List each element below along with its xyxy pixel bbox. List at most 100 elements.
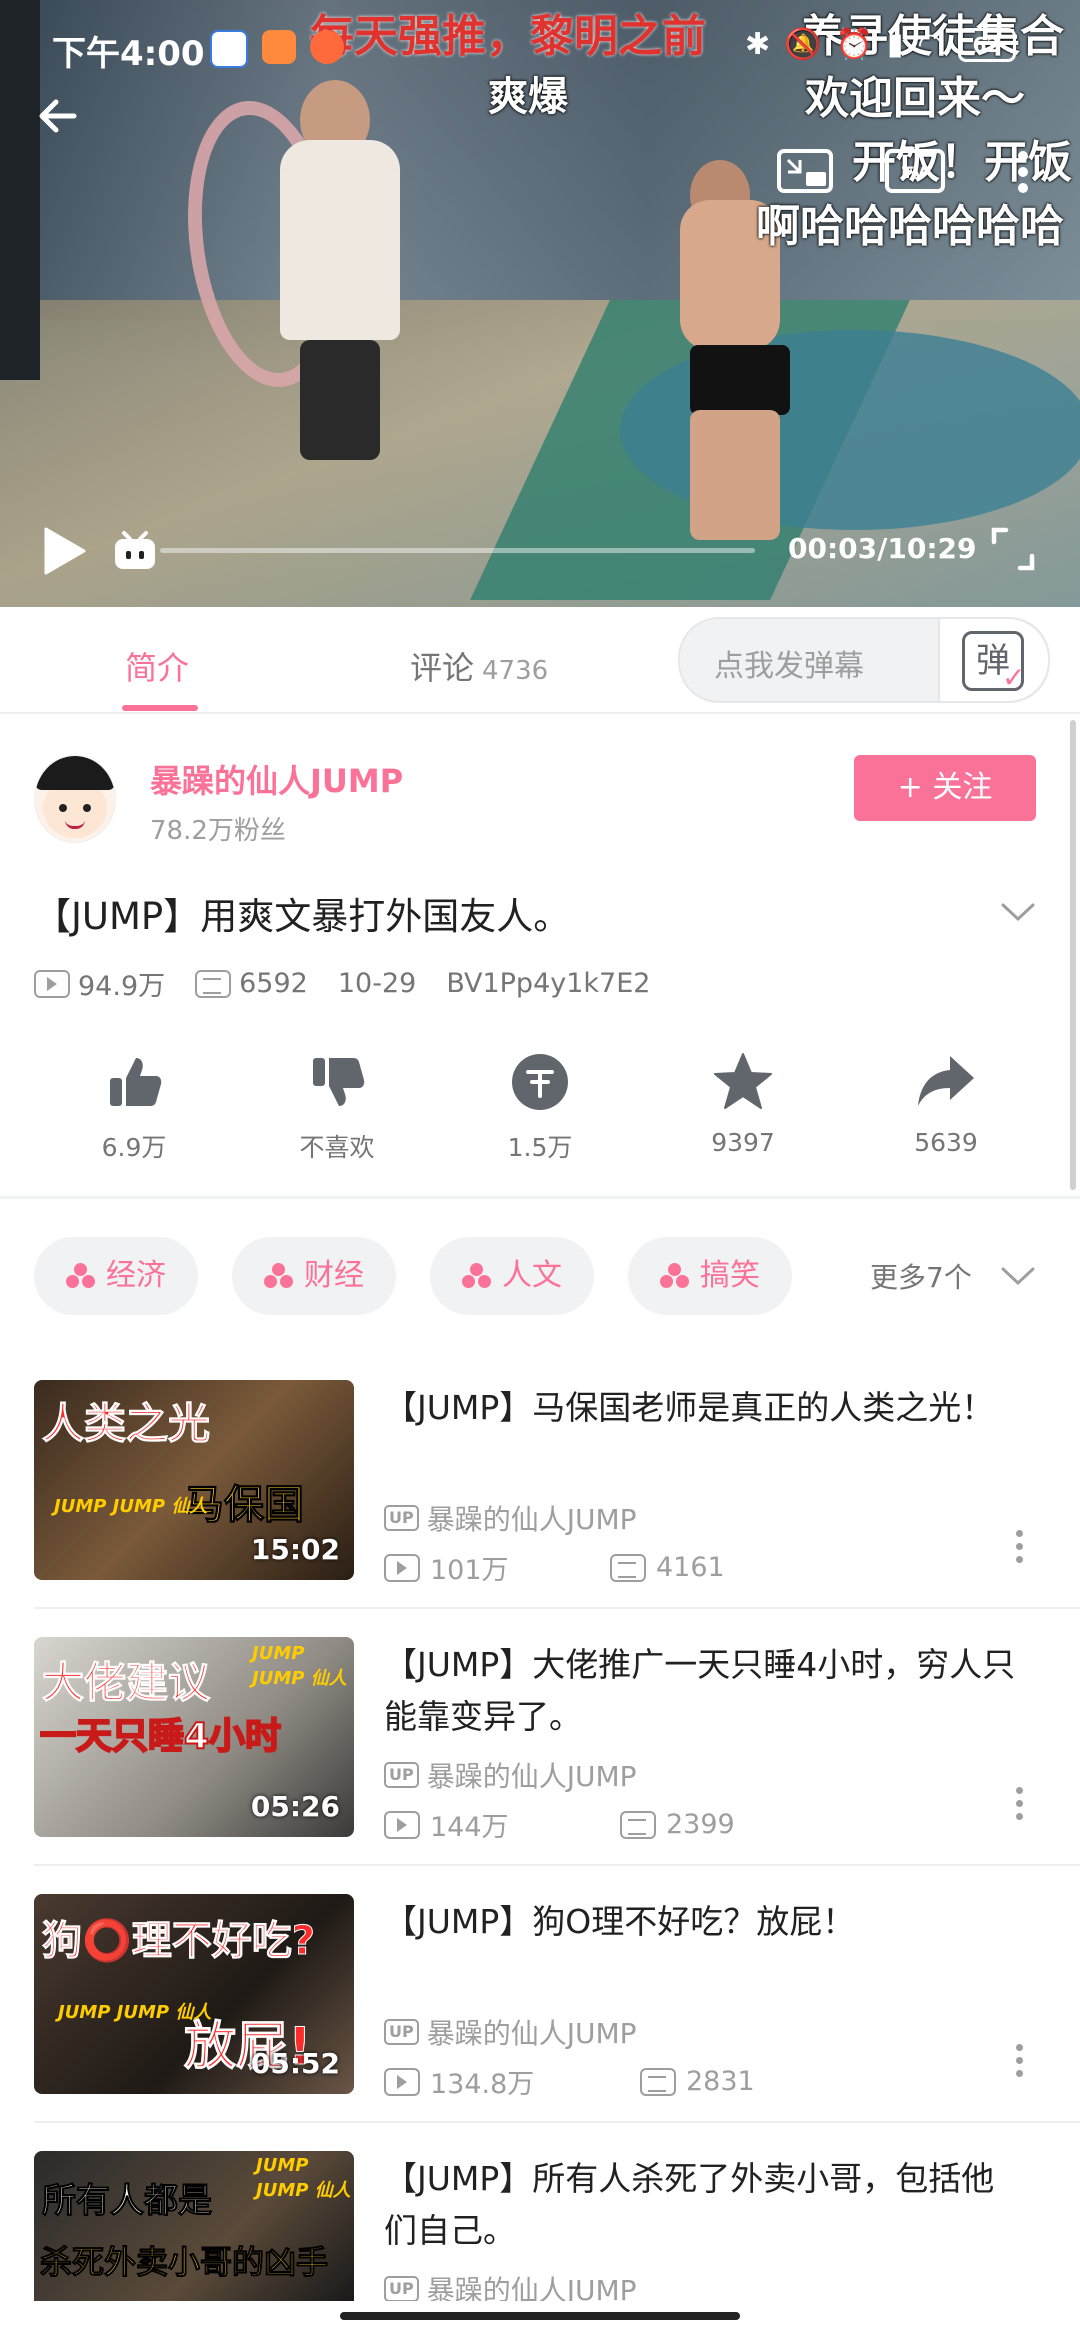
related-uploader-name: 暴躁的仙人JUMP (426, 2274, 637, 2301)
related-video-item[interactable]: 大佬建议 一天只睡4小时 JUMP JUMP 仙人 05:26 【JUMP】大佬… (0, 1637, 1080, 1893)
video-frame-person (300, 340, 380, 460)
status-time: 下午4:00 (52, 34, 205, 74)
more-options-icon[interactable] (1016, 2044, 1026, 2083)
view-count: 94.9万 (34, 964, 165, 1003)
danmaku-input-placeholder: 点我发弹幕 (714, 649, 864, 684)
coin-count: 1.5万 (507, 1133, 573, 1162)
play-count-icon (384, 2067, 420, 2096)
related-thumbnail[interactable]: 狗⭕理不好吃? 放屁! JUMP JUMP 仙人 05:52 (34, 1894, 354, 2094)
play-icon[interactable] (40, 525, 88, 577)
tag-chip[interactable]: 搞笑 (628, 1237, 792, 1315)
tag-chip[interactable]: 人文 (430, 1237, 594, 1315)
more-options-icon[interactable] (1016, 1530, 1026, 1569)
thumbs-down-icon (313, 1058, 365, 1106)
related-views: 101万 (430, 1555, 509, 1586)
status-bar: 下午4:00 ✱ 🔕 ⏰ ▮ ◠ 62 (0, 0, 1080, 96)
more-options-icon[interactable] (1016, 1787, 1026, 1826)
video-frame-person (280, 140, 400, 340)
related-video-item[interactable]: 所有人都是 杀死外卖小哥的凶手 JUMP JUMP 仙人 【JUMP】所有人杀死… (0, 2151, 1080, 2301)
related-views: 134.8万 (430, 2069, 535, 2100)
tag-label: 经济 (106, 1258, 166, 1293)
tag-chip[interactable]: 财经 (232, 1237, 396, 1315)
tab-active-indicator (122, 705, 198, 711)
home-indicator[interactable] (340, 2312, 740, 2320)
related-uploader-name: 暴躁的仙人JUMP (426, 1760, 637, 1793)
uploader-avatar[interactable] (34, 755, 116, 843)
dislike-button[interactable]: 不喜欢 (267, 1050, 407, 1164)
tab-intro[interactable]: 简介 (125, 643, 189, 689)
danmaku-count-icon (195, 969, 232, 998)
chevron-down-icon[interactable] (1000, 900, 1036, 924)
back-arrow-icon[interactable] (34, 92, 82, 140)
related-title[interactable]: 【JUMP】所有人杀死了外卖小哥，包括他们自己。 (384, 2153, 1024, 2257)
related-video-item[interactable]: 狗⭕理不好吃? 放屁! JUMP JUMP 仙人 05:52 【JUMP】狗O理… (0, 1894, 1080, 2150)
coin-icon (512, 1054, 568, 1110)
tag-chip[interactable]: 经济 (34, 1237, 198, 1315)
up-badge-icon: UP (384, 1762, 419, 1788)
like-count: 6.9万 (101, 1133, 167, 1162)
related-thumbnail[interactable]: 大佬建议 一天只睡4小时 JUMP JUMP 仙人 05:26 (34, 1637, 354, 1837)
tab-comments[interactable]: 评论 4736 (410, 643, 548, 689)
follow-button[interactable]: + 关注 (854, 755, 1036, 821)
related-video-item[interactable]: 人类之光 马保国 JUMP JUMP 仙人 15:02 【JUMP】马保国老师是… (0, 1380, 1080, 1636)
view-count-value: 94.9万 (78, 971, 166, 1002)
video-frame-person (690, 345, 790, 415)
video-frame-pool (620, 330, 1080, 530)
thumb-logo: JUMP JUMP 仙人 (58, 2002, 212, 2023)
up-badge-icon: UP (384, 2019, 419, 2045)
related-thumbnail[interactable]: 所有人都是 杀死外卖小哥的凶手 JUMP JUMP 仙人 (34, 2151, 354, 2301)
wifi-icon: ◠ (917, 27, 944, 62)
related-danmaku: 2831 (686, 2066, 755, 2097)
chevron-down-icon[interactable] (1000, 1264, 1036, 1288)
play-count-icon (384, 1810, 420, 1839)
thumb-headline: 大佬建议 (41, 1658, 211, 1708)
share-button[interactable]: 5639 (876, 1050, 1016, 1157)
danmaku-count-icon (640, 2067, 676, 2096)
fullscreen-icon[interactable] (990, 526, 1036, 572)
more-tags-button[interactable]: 更多7个 (870, 1256, 972, 1296)
related-danmaku: 4161 (656, 1552, 725, 1583)
system-status-icons: ✱ 🔕 ⏰ ▮ ◠ 62 (745, 28, 1016, 62)
related-title[interactable]: 【JUMP】狗O理不好吃？放屁！ (384, 1896, 1024, 1948)
share-arrow-icon (918, 1056, 974, 1106)
thumbs-up-icon (110, 1058, 162, 1106)
thumb-logo: JUMP JUMP 仙人 (252, 1643, 347, 1689)
thumb-headline: 所有人都是 (42, 2181, 213, 2222)
danmaku-switch-button[interactable]: 弹 ✓ (938, 619, 1048, 701)
coin-button[interactable]: 1.5万 (470, 1050, 610, 1164)
like-button[interactable]: 6.9万 (64, 1050, 204, 1164)
related-uploader: UP 暴躁的仙人JUMP (384, 2269, 637, 2301)
related-danmaku: 2399 (666, 1809, 735, 1840)
progress-bar[interactable] (160, 548, 755, 553)
thumb-logo: JUMP JUMP 仙人 (54, 1496, 208, 1517)
up-badge-icon: UP (384, 1505, 419, 1531)
danmaku-toggle-icon[interactable] (112, 527, 158, 573)
notification-icons (210, 30, 344, 68)
play-count-icon (34, 969, 70, 998)
uploader-name[interactable]: 暴躁的仙人JUMP (150, 756, 403, 802)
tag-icon (264, 1263, 294, 1289)
more-options-icon[interactable] (1014, 148, 1032, 196)
danmaku-count-value: 6592 (239, 968, 308, 999)
related-thumbnail[interactable]: 人类之光 马保国 JUMP JUMP 仙人 15:02 (34, 1380, 354, 1580)
related-views: 144万 (430, 1812, 509, 1843)
check-icon: ✓ (1002, 661, 1026, 694)
up-badge-icon: UP (384, 2276, 419, 2301)
related-uploader-name: 暴躁的仙人JUMP (426, 2017, 637, 2050)
related-uploader: UP 暴躁的仙人JUMP (384, 1755, 637, 1795)
tv-cast-icon[interactable]: TV (884, 148, 946, 196)
alarm-icon: ⏰ (835, 27, 873, 62)
thumb-subheadline: 杀死外卖小哥的凶手 (39, 2243, 329, 2282)
picture-in-picture-icon[interactable] (776, 148, 836, 196)
favorite-button[interactable]: 9397 (673, 1050, 813, 1157)
danmaku-input[interactable]: 点我发弹幕 弹 ✓ (678, 617, 1050, 703)
tag-label: 人文 (502, 1258, 562, 1293)
divider (34, 1864, 1080, 1866)
related-title[interactable]: 【JUMP】马保国老师是真正的人类之光！ (384, 1382, 1024, 1434)
related-title[interactable]: 【JUMP】大佬推广一天只睡4小时，穷人只能靠变异了。 (384, 1639, 1024, 1743)
video-title[interactable]: 【JUMP】用爽文暴打外国友人。 (34, 886, 570, 940)
video-player[interactable]: 每天强推，黎明之前 爽爆 养寻使徒集合 欢迎回来～ 开饭！开饭 啊哈哈哈哈哈哈 … (0, 0, 1080, 607)
bluetooth-icon: ✱ (745, 27, 771, 62)
thumb-headline: 人类之光 (41, 1399, 211, 1449)
mute-icon: 🔕 (784, 27, 822, 62)
